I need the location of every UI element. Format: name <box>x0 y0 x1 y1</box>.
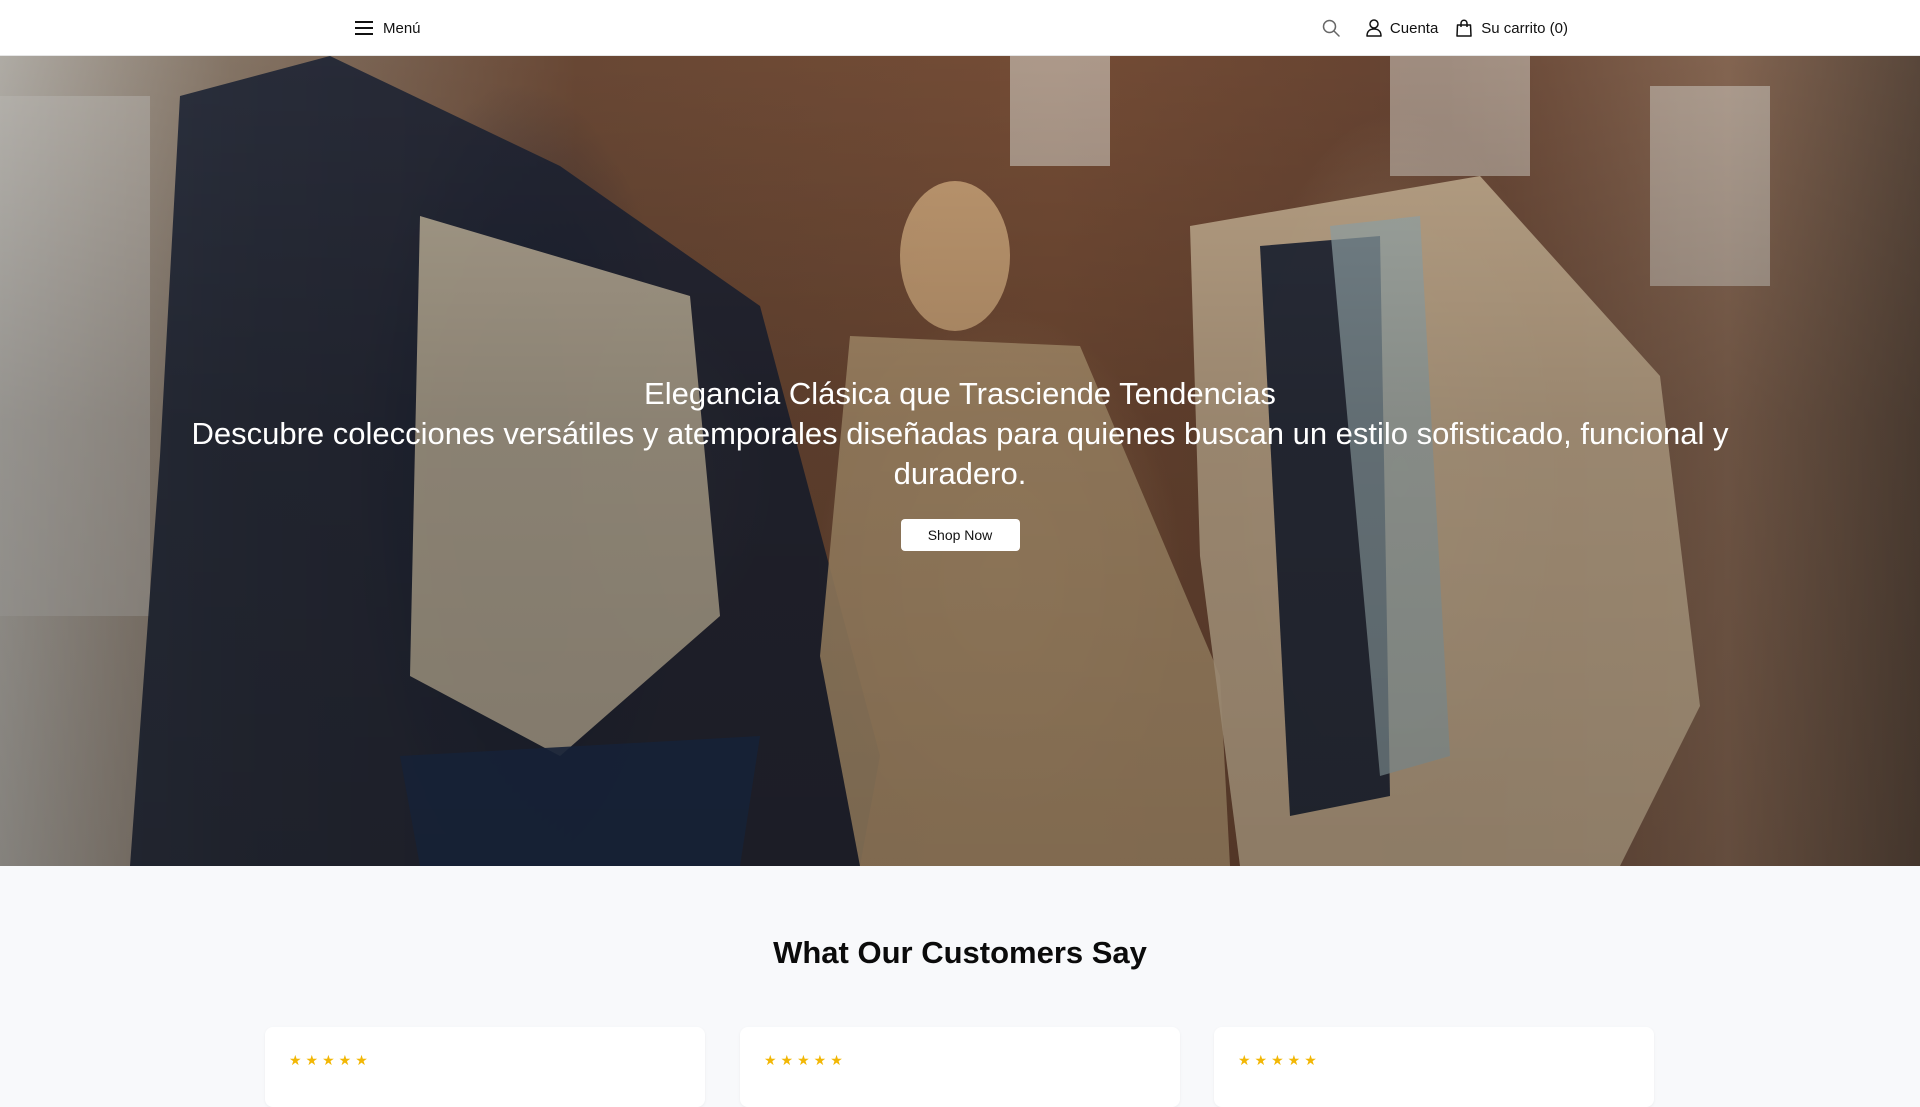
search-icon <box>1322 19 1340 37</box>
testimonial-card: ★★★★★ <box>740 1027 1180 1107</box>
testimonials-title: What Our Customers Say <box>773 935 1147 970</box>
hamburger-icon <box>355 21 373 35</box>
account-label: Cuenta <box>1389 19 1439 37</box>
search-button[interactable] <box>1322 19 1340 37</box>
shopping-bag-icon <box>1456 19 1473 37</box>
hero-title: Elegancia Clásica que Trasciende Tendenc… <box>644 376 1276 411</box>
header-actions: Cuenta Su carrito (0) <box>1322 15 1568 41</box>
hero-content: Elegancia Clásica que Trasciende Tendenc… <box>160 374 1760 551</box>
menu-label: Menú <box>383 19 421 37</box>
site-header: Menú Cuenta Su carrito (0) <box>0 0 1920 56</box>
star-rating: ★★★★★ <box>764 1052 847 1068</box>
hero-subtitle: Descubre colecciones versátiles y atempo… <box>191 416 1729 491</box>
user-icon <box>1366 19 1382 37</box>
testimonial-card: ★★★★★ <box>265 1027 705 1107</box>
testimonial-card: ★★★★★ <box>1214 1027 1654 1107</box>
cart-label: Su carrito (0) <box>1481 19 1568 37</box>
testimonial-cards: ★★★★★ ★★★★★ ★★★★★ <box>265 1027 1655 1107</box>
star-rating: ★★★★★ <box>289 1052 372 1068</box>
star-rating: ★★★★★ <box>1238 1052 1321 1068</box>
account-link[interactable]: Cuenta <box>1366 19 1438 37</box>
shop-now-button[interactable]: Shop Now <box>900 519 1020 551</box>
hero-banner: Elegancia Clásica que Trasciende Tendenc… <box>0 56 1920 866</box>
cart-link[interactable]: Su carrito (0) <box>1456 19 1568 37</box>
menu-button[interactable]: Menú <box>355 17 421 39</box>
